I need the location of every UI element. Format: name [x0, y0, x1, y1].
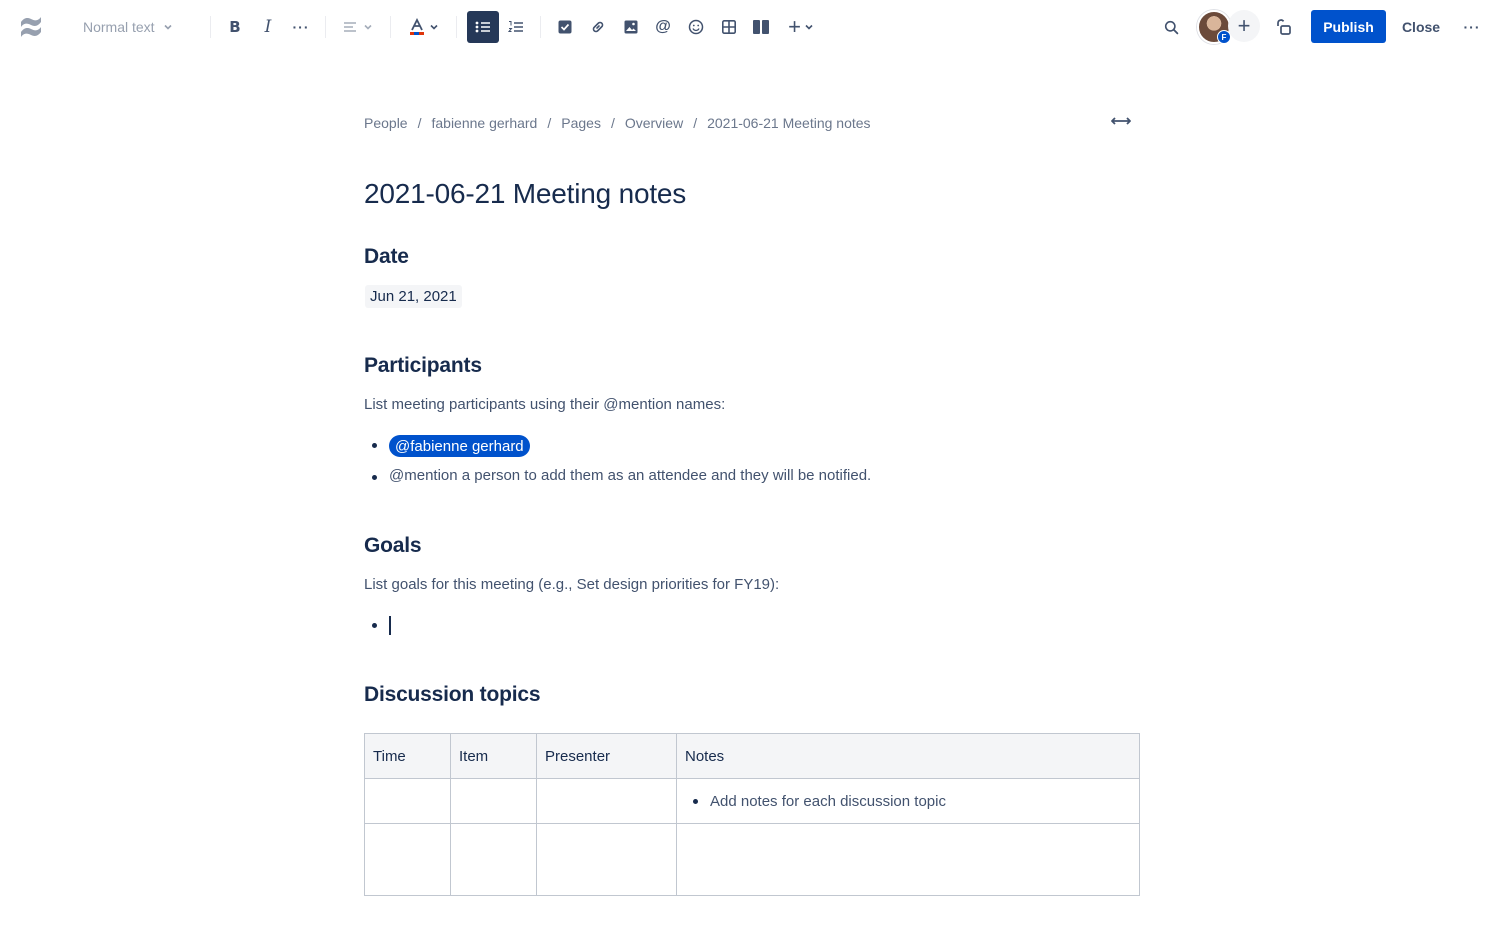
- column-header-item[interactable]: Item: [450, 733, 537, 779]
- bullet-list-icon: [475, 20, 491, 34]
- date-lozenge[interactable]: Jun 21, 2021: [365, 285, 462, 308]
- discussion-heading: Discussion topics: [364, 683, 541, 706]
- breadcrumb-item-people[interactable]: People: [364, 115, 408, 131]
- bullet-point: [372, 623, 377, 628]
- align-left-icon: [343, 20, 359, 34]
- link-button[interactable]: [584, 11, 612, 43]
- bullet-point: [693, 798, 698, 804]
- breadcrumb-item-pages[interactable]: Pages: [561, 115, 601, 131]
- more-formatting-button[interactable]: ···: [287, 11, 315, 43]
- table-cell[interactable]: [536, 778, 677, 824]
- table-cell[interactable]: [364, 778, 451, 824]
- columns-icon: [753, 20, 769, 34]
- close-button[interactable]: Close: [1394, 10, 1448, 43]
- toolbar-divider: [325, 16, 326, 38]
- full-width-toggle[interactable]: [1108, 112, 1134, 132]
- column-header-presenter[interactable]: Presenter: [536, 733, 677, 779]
- bullet-point: [372, 475, 377, 480]
- breadcrumb: People / fabienne gerhard / Pages / Over…: [364, 113, 871, 133]
- table-button[interactable]: [715, 11, 743, 43]
- table-cell[interactable]: Add notes for each discussion topic: [676, 778, 1140, 824]
- image-button[interactable]: [617, 11, 645, 43]
- search-icon: [1164, 20, 1179, 35]
- chevron-down-icon: [429, 22, 439, 32]
- restrictions-button[interactable]: [1269, 11, 1297, 43]
- chevron-down-icon: [163, 22, 173, 32]
- column-header-notes[interactable]: Notes: [676, 733, 1140, 779]
- breadcrumb-separator: /: [693, 115, 698, 131]
- mention-button[interactable]: @: [650, 11, 676, 43]
- toolbar-divider: [390, 16, 391, 38]
- table-cell[interactable]: [450, 778, 537, 824]
- participants-instructions: List meeting participants using their @m…: [364, 396, 726, 413]
- breadcrumb-item-overview[interactable]: Overview: [625, 115, 683, 131]
- list-item: Add notes for each discussion topic: [685, 779, 1131, 823]
- breadcrumb-separator: /: [610, 115, 615, 131]
- invite-button[interactable]: +: [1228, 10, 1260, 42]
- table-cell[interactable]: [450, 823, 537, 896]
- toolbar-divider: [540, 16, 541, 38]
- user-mention[interactable]: @fabienne gerhard: [389, 435, 530, 457]
- date-heading: Date: [364, 245, 409, 268]
- toolbar-divider: [456, 16, 457, 38]
- layout-button[interactable]: [747, 11, 775, 43]
- expand-horizontal-icon: [1111, 113, 1131, 131]
- italic-button[interactable]: I: [254, 11, 282, 43]
- table-row: Add notes for each discussion topic: [364, 778, 1140, 824]
- table-header-row: Time Item Presenter Notes: [364, 733, 1140, 779]
- table-cell[interactable]: [676, 823, 1140, 896]
- breadcrumb-separator: /: [417, 115, 422, 131]
- list-item: @mention a person to add them as an atte…: [389, 467, 872, 484]
- emoji-button[interactable]: [682, 11, 710, 43]
- table-row: [364, 823, 1140, 896]
- action-item-button[interactable]: [551, 11, 579, 43]
- text-style-label: Normal text: [83, 19, 155, 35]
- discussion-table: Time Item Presenter Notes Add notes for …: [364, 733, 1140, 896]
- plus-icon: +: [788, 14, 801, 39]
- table-cell[interactable]: [364, 823, 451, 896]
- text-color-icon: [409, 18, 425, 36]
- breadcrumb-item-current[interactable]: 2021-06-21 Meeting notes: [707, 115, 870, 131]
- emoji-icon: [688, 19, 704, 35]
- table-cell[interactable]: [536, 823, 677, 896]
- numbered-list-icon: [508, 20, 524, 34]
- column-header-time[interactable]: Time: [364, 733, 451, 779]
- toolbar-divider: [210, 16, 211, 38]
- numbered-list-button[interactable]: [502, 11, 530, 43]
- confluence-logo-icon[interactable]: [14, 11, 48, 43]
- search-button[interactable]: [1157, 11, 1185, 43]
- link-icon: [590, 19, 606, 35]
- text-style-dropdown[interactable]: Normal text: [74, 11, 194, 43]
- image-icon: [624, 20, 638, 34]
- page-title[interactable]: 2021-06-21 Meeting notes: [364, 178, 686, 210]
- text-color-dropdown[interactable]: [402, 11, 446, 43]
- breadcrumb-separator: /: [547, 115, 552, 131]
- chevron-down-icon: [363, 22, 373, 32]
- unlock-icon: [1274, 18, 1292, 36]
- breadcrumb-item-user[interactable]: fabienne gerhard: [431, 115, 537, 131]
- chevron-down-icon: [804, 22, 814, 32]
- bullet-list-button[interactable]: [467, 11, 499, 43]
- goals-instructions: List goals for this meeting (e.g., Set d…: [364, 576, 780, 593]
- bullet-point: [372, 443, 377, 448]
- checkbox-icon: [558, 20, 572, 34]
- text-cursor[interactable]: [389, 616, 391, 635]
- notes-placeholder: Add notes for each discussion topic: [710, 792, 946, 810]
- alignment-dropdown[interactable]: [336, 11, 380, 43]
- goals-heading: Goals: [364, 534, 422, 557]
- bold-button[interactable]: B: [221, 11, 249, 43]
- publish-button[interactable]: Publish: [1311, 10, 1386, 43]
- insert-dropdown[interactable]: +: [782, 11, 820, 43]
- editor-toolbar: Normal text B I ··· @ + F + Publish Clos…: [0, 0, 1504, 54]
- participants-heading: Participants: [364, 354, 482, 377]
- more-actions-button[interactable]: ···: [1458, 11, 1486, 43]
- table-icon: [722, 20, 736, 34]
